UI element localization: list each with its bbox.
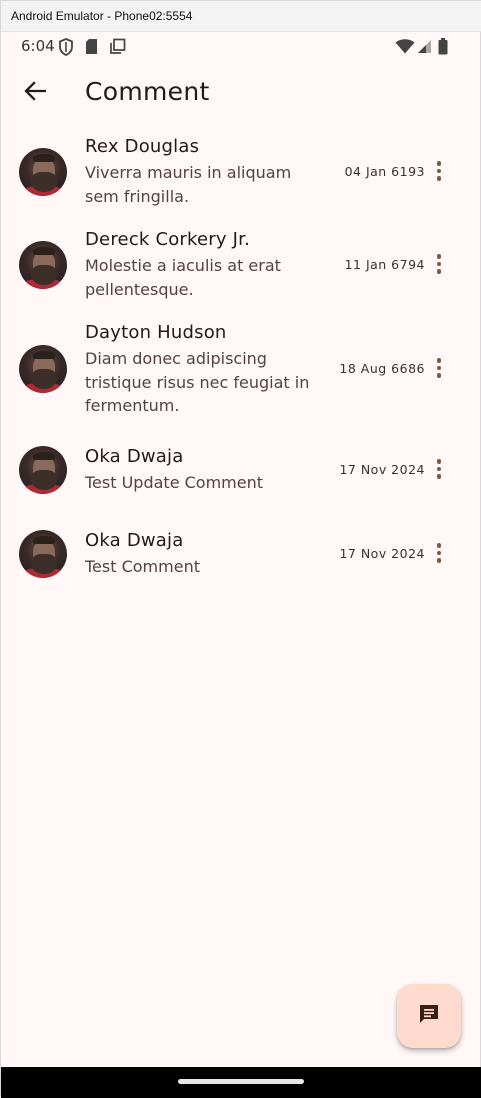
back-button[interactable] — [15, 75, 55, 111]
home-gesture-handle[interactable] — [178, 1079, 304, 1084]
comment-date: 11 Jan 6794 — [344, 257, 425, 272]
more-vert-icon — [436, 458, 442, 481]
avatar — [19, 241, 67, 289]
commenter-name: Oka Dwaja — [85, 530, 184, 551]
emulator-window: Android Emulator - Phone02:5554 6:04 Com… — [0, 0, 481, 1098]
page-title: Comment — [85, 77, 210, 106]
copy-icon — [109, 38, 126, 59]
comment-icon — [417, 1002, 441, 1030]
system-nav-bar — [1, 1067, 481, 1098]
status-time: 6:04 — [21, 37, 55, 55]
arrow-back-icon — [24, 81, 47, 105]
window-titlebar: Android Emulator - Phone02:5554 — [1, 1, 481, 32]
sd-card-icon — [85, 38, 98, 59]
avatar — [19, 345, 67, 393]
commenter-name: Rex Douglas — [85, 136, 200, 157]
avatar — [19, 446, 67, 494]
more-options-button[interactable] — [428, 540, 450, 566]
more-options-button[interactable] — [428, 251, 450, 277]
comment-text: Viverra mauris in aliquam sem fringilla. — [85, 163, 292, 206]
comment-text: Molestie a iaculis at erat pellentesque. — [85, 256, 281, 299]
commenter-name: Oka Dwaja — [85, 446, 184, 467]
more-vert-icon — [436, 253, 442, 276]
more-options-button[interactable] — [428, 355, 450, 381]
more-vert-icon — [436, 542, 442, 565]
add-comment-fab[interactable] — [397, 984, 461, 1048]
status-bar: 6:04 — [1, 32, 481, 60]
comment-date: 18 Aug 6686 — [339, 361, 425, 376]
comment-date: 17 Nov 2024 — [339, 462, 425, 477]
window-title: Android Emulator - Phone02:5554 — [11, 9, 193, 23]
more-vert-icon — [436, 160, 442, 183]
avatar — [19, 530, 67, 578]
signal-icon — [417, 39, 432, 58]
battery-icon — [438, 38, 448, 59]
commenter-name: Dereck Corkery Jr. — [85, 229, 251, 250]
avatar — [19, 148, 67, 196]
comment-date: 17 Nov 2024 — [339, 546, 425, 561]
more-options-button[interactable] — [428, 158, 450, 184]
wifi-icon — [395, 39, 415, 58]
commenter-name: Dayton Hudson — [85, 322, 227, 343]
more-vert-icon — [436, 357, 442, 380]
comment-text: Diam donec adipiscing tristique risus ne… — [85, 349, 310, 415]
more-options-button[interactable] — [428, 456, 450, 482]
app-bar: Comment — [1, 63, 481, 121]
shield-icon — [58, 38, 74, 60]
comment-date: 04 Jan 6193 — [344, 164, 425, 179]
